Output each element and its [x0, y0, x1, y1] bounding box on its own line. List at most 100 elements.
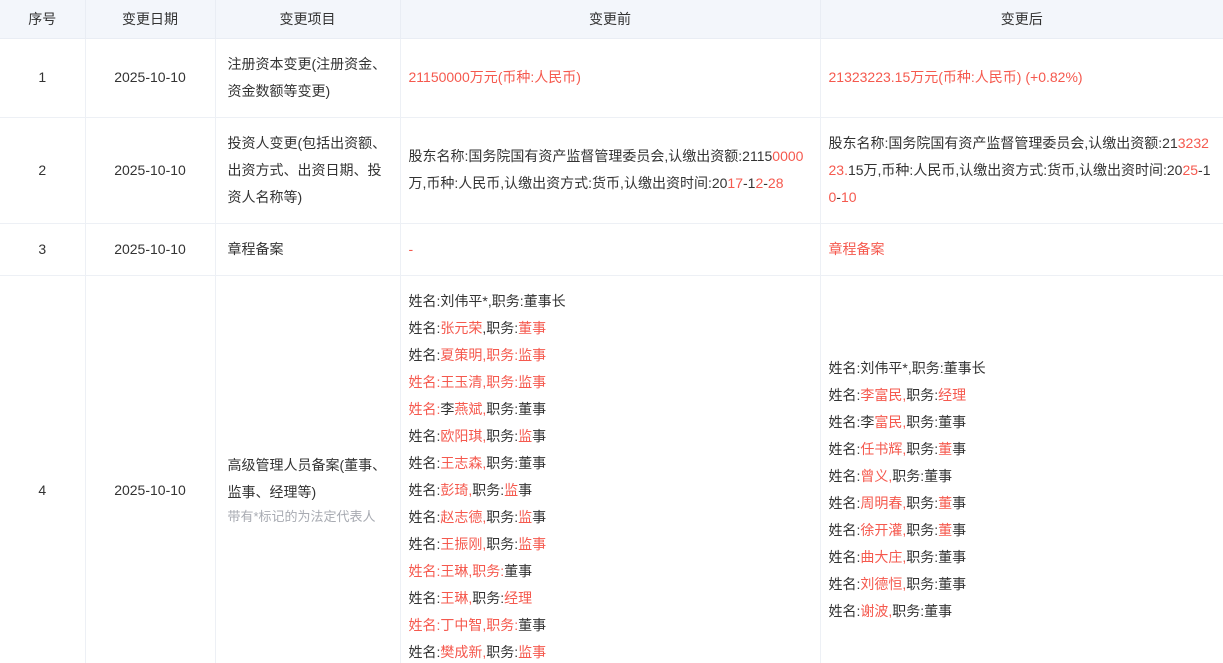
plain-text: 职务:	[472, 482, 504, 498]
plain-text: -1	[1198, 162, 1210, 178]
cell-before-change: 股东名称:国务院国有资产监督管理委员会,认缴出资额:21150000万,币种:人…	[400, 117, 820, 223]
plain-text: 职务:	[486, 536, 518, 552]
diff-text: 监	[518, 428, 532, 444]
plain-text: 姓名:刘伟平*,职务:董事长	[409, 293, 566, 309]
change-line: 姓名:王振刚,职务:监事	[409, 531, 808, 558]
diff-text: 25	[1182, 162, 1198, 178]
cell-before-change: 姓名:刘伟平*,职务:董事长姓名:张元荣,职务:董事姓名:夏策明,职务:监事姓名…	[400, 275, 820, 663]
change-line: 姓名:谢波,职务:董事	[829, 598, 1212, 625]
cell-change-date: 2025-10-10	[85, 38, 215, 117]
change-line: 姓名:周明春,职务:董事	[829, 490, 1212, 517]
plain-text: 职务:董事	[892, 603, 952, 619]
change-item-text: 章程备案	[228, 236, 388, 263]
plain-text: 姓名:	[829, 387, 861, 403]
plain-text: 姓名:	[829, 522, 861, 538]
change-line: 姓名:赵志德,职务:监事	[409, 504, 808, 531]
plain-text: 职务:	[906, 495, 938, 511]
plain-text: 职务:	[486, 509, 518, 525]
plain-text: 事	[952, 495, 966, 511]
diff-text: 17	[727, 175, 743, 191]
plain-text: 姓名:	[409, 590, 441, 606]
diff-text: 监事	[518, 644, 546, 660]
diff-text: 刘德恒,	[860, 576, 906, 592]
plain-text: 职务:董事	[486, 401, 546, 417]
cell-change-date: 2025-10-10	[85, 223, 215, 275]
plain-text: 姓名:	[409, 347, 441, 363]
plain-text: 职务:	[472, 590, 504, 606]
plain-text: 李	[440, 401, 454, 417]
plain-text: 职务:	[906, 387, 938, 403]
plain-text: ,职务:	[482, 320, 518, 336]
plain-text: 姓名:	[409, 509, 441, 525]
change-line: 21323223.15万元(币种:人民币) (+0.82%)	[829, 64, 1212, 91]
plain-text: 姓名:	[409, 482, 441, 498]
change-line: 章程备案	[829, 236, 1212, 263]
cell-change-item: 章程备案	[215, 223, 400, 275]
diff-text: 赵志德,	[440, 509, 486, 525]
cell-change-item: 高级管理人员备案(董事、监事、经理等)带有*标记的为法定代表人	[215, 275, 400, 663]
header-change-date: 变更日期	[85, 0, 215, 38]
diff-text: 张元荣	[440, 320, 482, 336]
diff-text: 监	[504, 482, 518, 498]
change-line: 姓名:任书辉,职务:董事	[829, 436, 1212, 463]
plain-text: 股东名称:国务院国有资产监督管理委员会,认缴出资额:21	[829, 135, 1178, 151]
change-line: 姓名:徐开灌,职务:董事	[829, 517, 1212, 544]
change-line: -	[409, 236, 808, 263]
header-serial: 序号	[0, 0, 85, 38]
table-header: 序号 变更日期 变更项目 变更前 变更后	[0, 0, 1223, 38]
plain-text: 职务:董事	[906, 549, 966, 565]
cell-serial: 1	[0, 38, 85, 117]
plain-text: 15万,币种:人民币,认缴出资方式:货币,认缴出资时间:20	[848, 162, 1182, 178]
diff-text: 姓名:丁中智,职务:	[409, 617, 519, 633]
change-item-text: 高级管理人员备案(董事、监事、经理等)	[228, 452, 388, 506]
plain-text: 事	[952, 441, 966, 457]
diff-text: 富民,	[874, 414, 906, 430]
cell-serial: 4	[0, 275, 85, 663]
diff-text: 董	[938, 522, 952, 538]
cell-change-item: 投资人变更(包括出资额、出资方式、出资日期、投资人名称等)	[215, 117, 400, 223]
table-row: 42025-10-10高级管理人员备案(董事、监事、经理等)带有*标记的为法定代…	[0, 275, 1223, 663]
plain-text: 姓名:李	[829, 414, 875, 430]
plain-text: 事	[532, 428, 546, 444]
plain-text: 姓名:	[409, 320, 441, 336]
cell-after-change: 章程备案	[820, 223, 1223, 275]
change-line: 姓名:李富民,职务:经理	[829, 382, 1212, 409]
header-row: 序号 变更日期 变更项目 变更前 变更后	[0, 0, 1223, 38]
plain-text: 职务:	[906, 522, 938, 538]
diff-text: 徐开灌,	[860, 522, 906, 538]
cell-change-date: 2025-10-10	[85, 275, 215, 663]
diff-text: 10	[841, 189, 857, 205]
diff-text: 燕斌,	[454, 401, 486, 417]
plain-text: 职务:	[486, 428, 518, 444]
diff-text: 姓名:王琳,职务:	[409, 563, 505, 579]
diff-text: 樊成新,	[440, 644, 486, 660]
diff-text: 姓名:王玉清,职务:监事	[409, 374, 547, 390]
table-row: 12025-10-10注册资本变更(注册资金、资金数额等变更) 21150000万…	[0, 38, 1223, 117]
change-item-text: 注册资本变更(注册资金、资金数额等变更)	[228, 51, 388, 105]
diff-text: 谢波,	[860, 603, 892, 619]
diff-text: 夏策明,职务:监事	[440, 347, 546, 363]
table-row: 32025-10-10章程备案-章程备案	[0, 223, 1223, 275]
table-row: 22025-10-10投资人变更(包括出资额、出资方式、出资日期、投资人名称等)…	[0, 117, 1223, 223]
plain-text: 事	[952, 522, 966, 538]
diff-text: 董	[938, 495, 952, 511]
cell-change-item: 注册资本变更(注册资金、资金数额等变更)	[215, 38, 400, 117]
plain-text: 姓名:	[829, 468, 861, 484]
diff-text: 监	[518, 509, 532, 525]
change-line: 股东名称:国务院国有资产监督管理委员会,认缴出资额:21150000万,币种:人…	[409, 143, 808, 197]
plain-text: -1	[743, 175, 755, 191]
change-line: 姓名:夏策明,职务:监事	[409, 342, 808, 369]
plain-text: 职务:董事	[486, 455, 546, 471]
change-item-text: 投资人变更(包括出资额、出资方式、出资日期、投资人名称等)	[228, 130, 388, 211]
change-line: 姓名:欧阳琪,职务:监事	[409, 423, 808, 450]
change-line: 姓名:彭琦,职务:监事	[409, 477, 808, 504]
change-line: 21150000万元(币种:人民币)	[409, 64, 808, 91]
change-line: 姓名:李富民,职务:董事	[829, 409, 1212, 436]
diff-text: 监事	[518, 536, 546, 552]
change-line: 姓名:刘伟平*,职务:董事长	[829, 355, 1212, 382]
change-line: 姓名:曲大庄,职务:董事	[829, 544, 1212, 571]
header-before-change: 变更前	[400, 0, 820, 38]
plain-text: 职务:董事	[906, 414, 966, 430]
plain-text: 姓名:	[409, 644, 441, 660]
diff-text: 经理	[504, 590, 532, 606]
